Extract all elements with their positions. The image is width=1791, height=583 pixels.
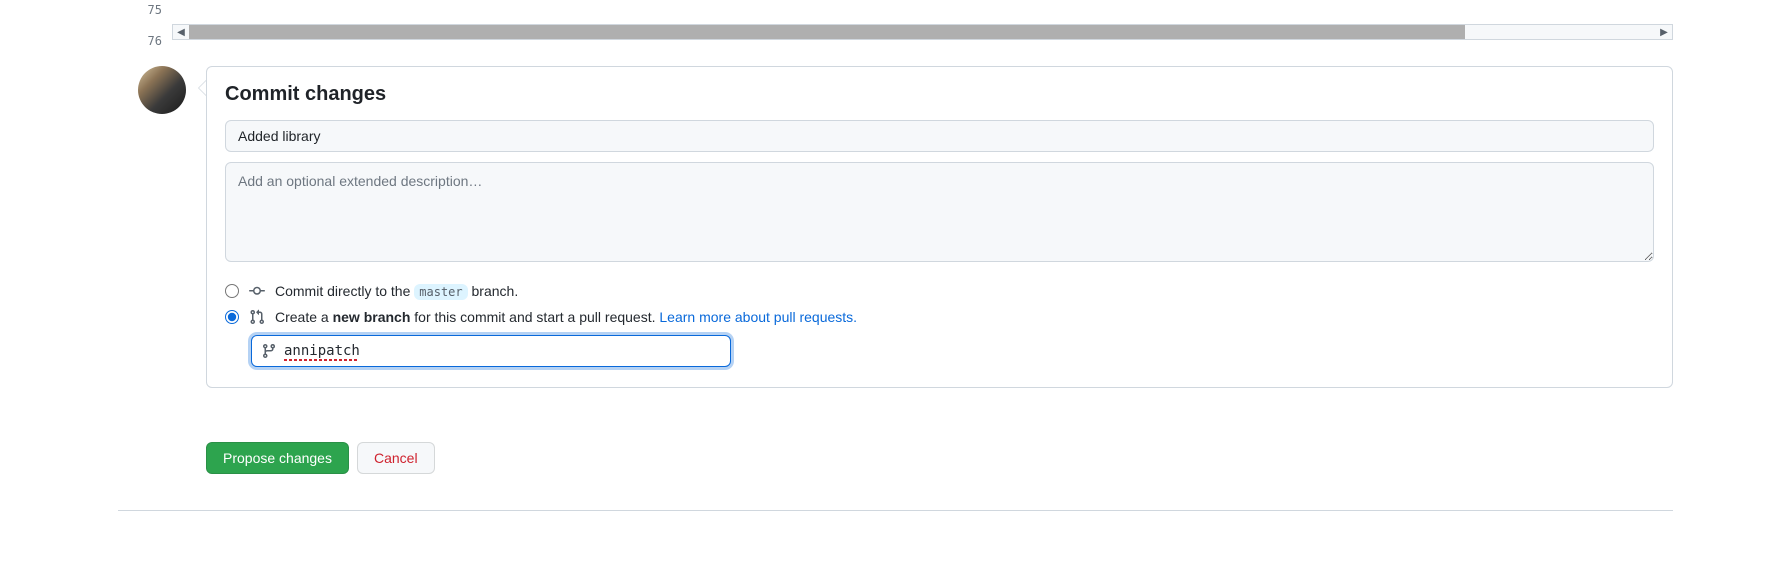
scroll-thumb[interactable]: [189, 25, 1465, 39]
git-branch-icon: [261, 343, 277, 359]
footer-divider: [118, 510, 1673, 511]
commit-direct-option[interactable]: Commit directly to the master branch.: [225, 283, 1654, 299]
commit-description-textarea[interactable]: [225, 162, 1654, 262]
scroll-track[interactable]: [189, 25, 1656, 39]
cancel-button[interactable]: Cancel: [357, 442, 435, 474]
learn-more-link[interactable]: Learn more about pull requests.: [659, 309, 857, 325]
commit-newbranch-label: Create a new branch for this commit and …: [275, 309, 857, 325]
scroll-right-arrow-icon[interactable]: ▶: [1656, 24, 1672, 40]
avatar[interactable]: [138, 66, 186, 114]
scroll-left-arrow-icon[interactable]: ◀: [173, 24, 189, 40]
git-commit-icon: [249, 283, 265, 299]
commit-direct-radio[interactable]: [225, 284, 239, 298]
commit-form: Commit changes Commit directly to the ma…: [206, 66, 1673, 388]
branch-name-input[interactable]: [251, 335, 731, 367]
line-number-76: 76: [120, 34, 172, 48]
commit-newbranch-radio[interactable]: [225, 310, 239, 324]
line-number-75: 75: [120, 0, 172, 20]
propose-changes-button[interactable]: Propose changes: [206, 442, 349, 474]
branch-chip: master: [414, 284, 467, 300]
commit-newbranch-option[interactable]: Create a new branch for this commit and …: [225, 309, 1654, 325]
git-pull-request-icon: [249, 309, 265, 325]
horizontal-scrollbar[interactable]: ◀ ▶: [172, 24, 1673, 40]
form-heading: Commit changes: [225, 83, 1654, 106]
speech-caret-icon: [198, 80, 206, 96]
commit-direct-label: Commit directly to the master branch.: [275, 283, 518, 299]
commit-summary-input[interactable]: [225, 120, 1654, 152]
